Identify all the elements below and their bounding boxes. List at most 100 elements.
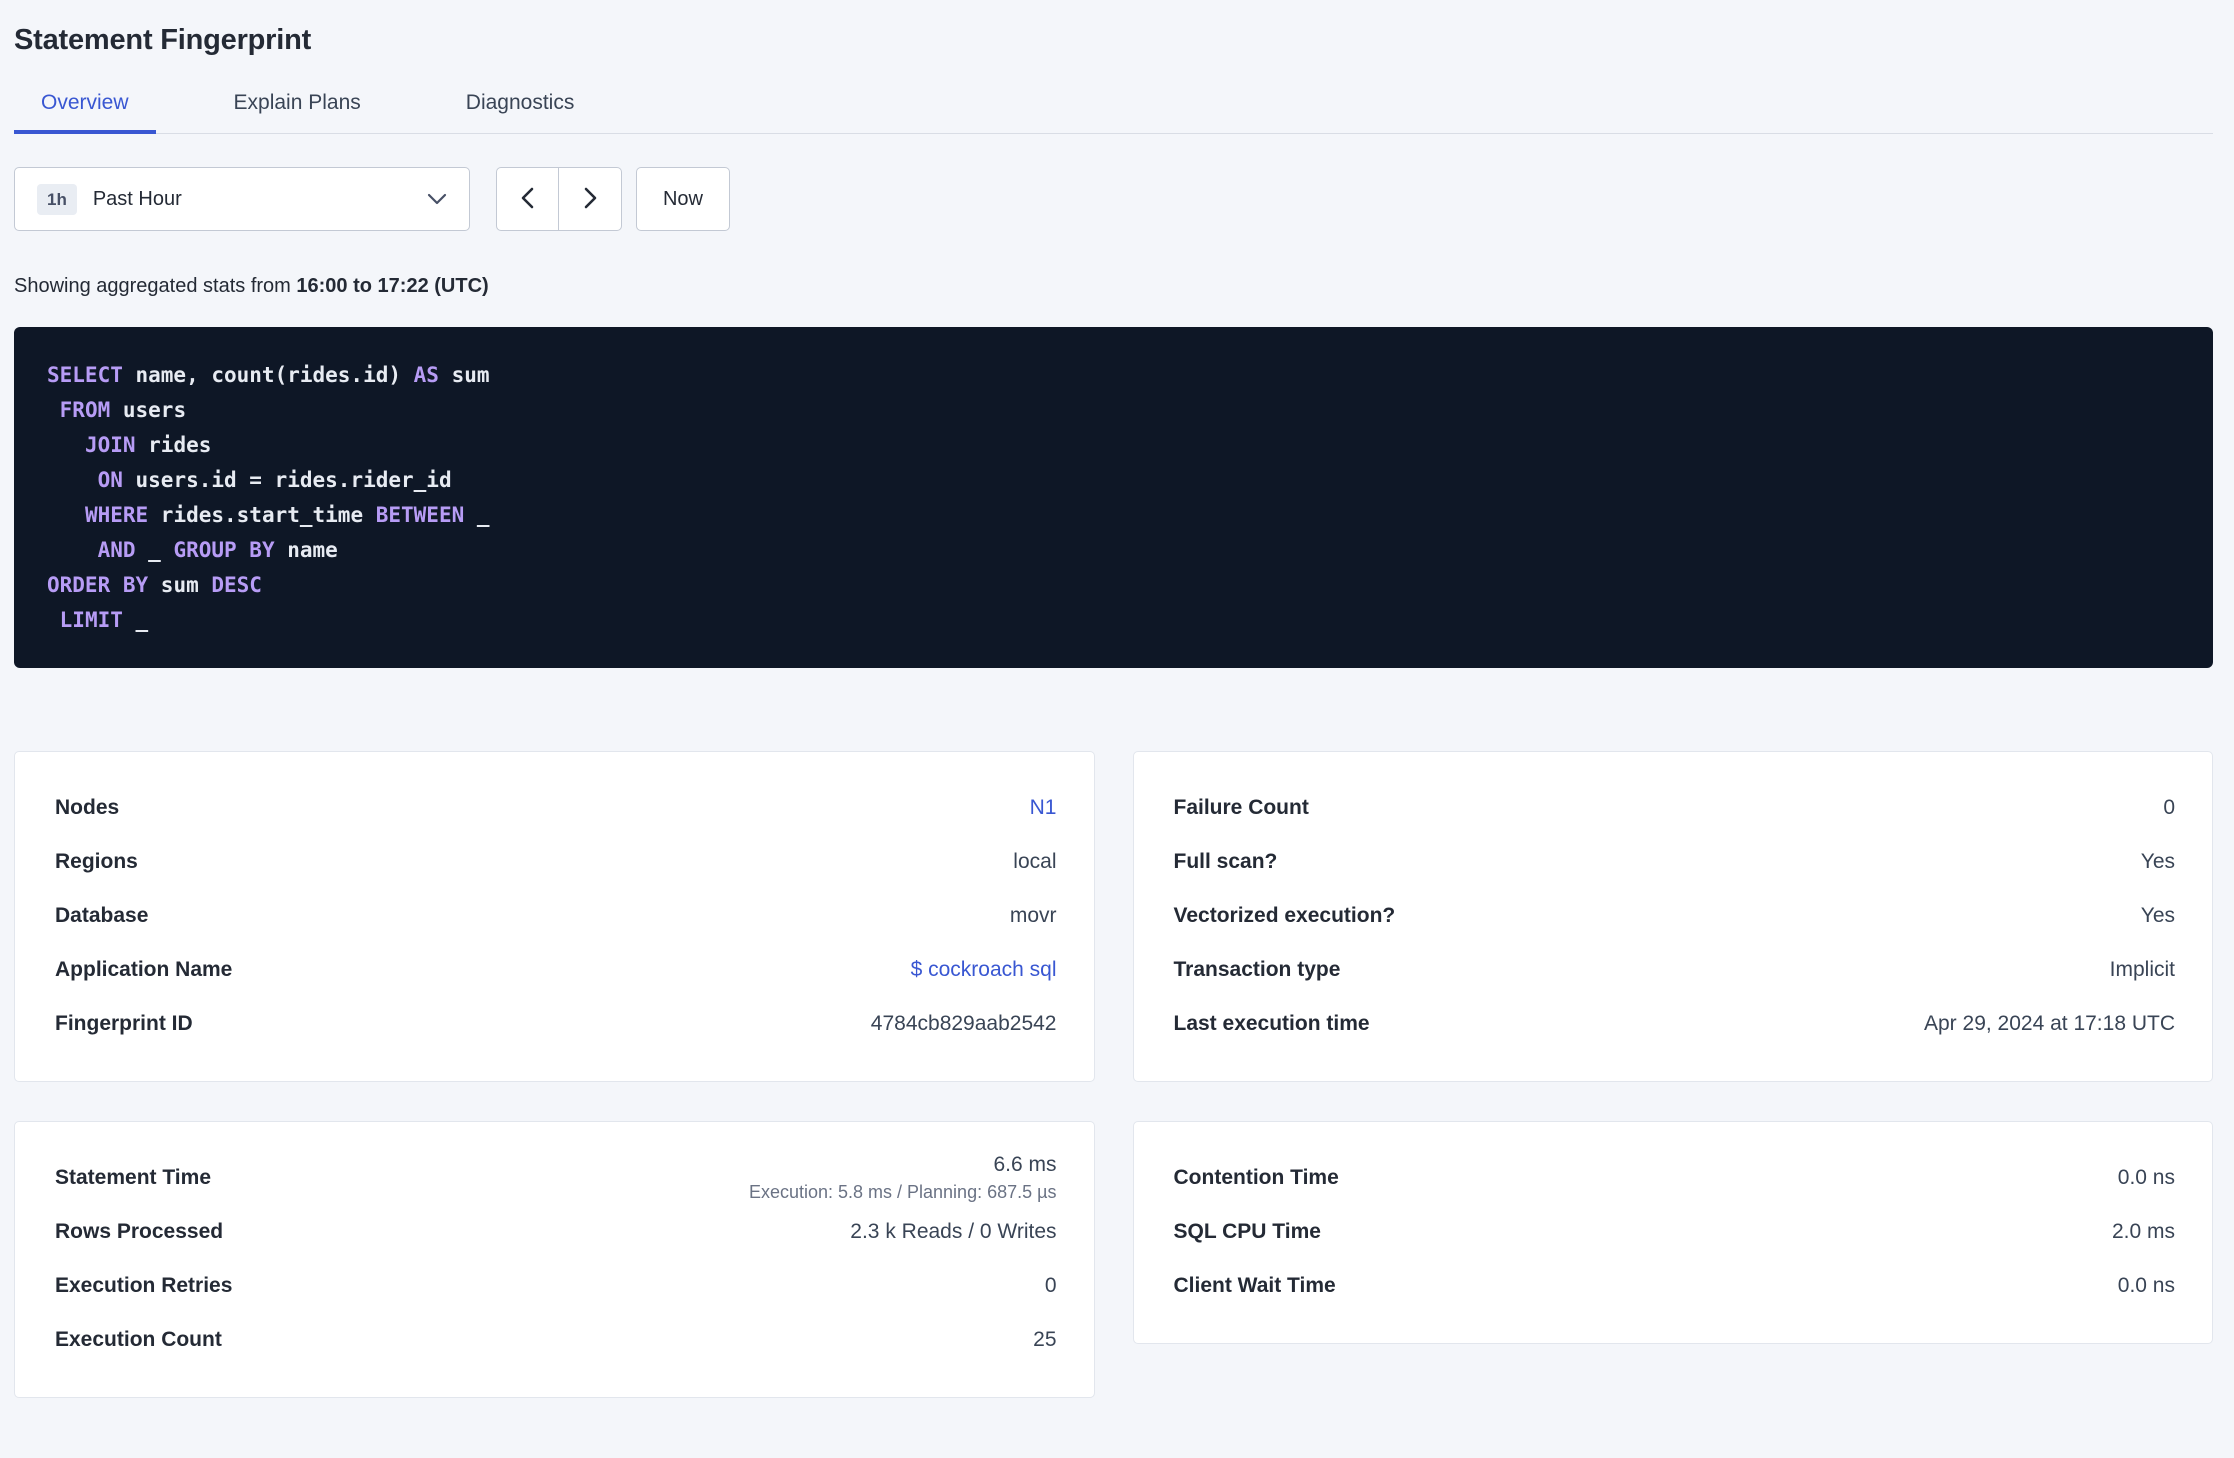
stat-value: 0	[1044, 1274, 1057, 1297]
sql-text: sum	[438, 363, 490, 387]
stat-value-wrap: Apr 29, 2024 at 17:18 UTC	[1924, 1012, 2175, 1036]
stat-value: local	[1013, 850, 1057, 873]
sql-keyword: GROUP BY	[173, 538, 275, 562]
stat-label: Last execution time	[1173, 1012, 1370, 1035]
time-controls: 1h Past Hour Now	[14, 167, 2213, 231]
stat-label: Database	[55, 904, 149, 927]
stat-value-link[interactable]: N1	[1030, 796, 1057, 820]
page-title: Statement Fingerprint	[14, 24, 312, 56]
stat-value: 0	[2163, 796, 2175, 819]
sql-line: JOIN rides	[47, 428, 2180, 463]
sql-keyword: SELECT	[47, 363, 123, 387]
stat-label: Transaction type	[1173, 958, 1341, 981]
time-range-dropdown[interactable]: 1h Past Hour	[14, 167, 470, 231]
sql-statement-box: SELECT name, count(rides.id) AS sum FROM…	[14, 327, 2213, 668]
stat-value-wrap: 4784cb829aab2542	[871, 1012, 1057, 1036]
now-button[interactable]: Now	[636, 167, 730, 231]
stat-value: 0.0 ns	[2117, 1166, 2175, 1189]
stat-value: 2.0 ms	[2111, 1220, 2175, 1243]
stat-value-wrap: Yes	[2141, 850, 2175, 874]
aggregated-stats-text: Showing aggregated stats from 16:00 to 1…	[14, 275, 2213, 298]
tab-diagnostics[interactable]: Diagnostics	[439, 91, 602, 133]
next-range-button[interactable]	[559, 167, 622, 231]
sql-keyword: AS	[413, 363, 439, 387]
sql-keyword: WHERE	[84, 503, 149, 527]
range-step-buttons	[496, 167, 622, 231]
stat-value-wrap: 0	[2163, 796, 2175, 820]
sql-line: WHERE rides.start_time BETWEEN _	[47, 498, 2180, 533]
stat-subvalue: Execution: 5.8 ms / Planning: 687.5 µs	[748, 1182, 1057, 1202]
stat-row: Database movr	[55, 889, 1057, 943]
tab-explain-plans[interactable]: Explain Plans	[207, 91, 388, 133]
sql-keyword: ON	[97, 468, 123, 492]
stat-value-wrap: 6.6 ms Execution: 5.8 ms / Planning: 687.…	[749, 1153, 1057, 1203]
sql-text: _	[464, 503, 490, 527]
previous-range-button[interactable]	[496, 167, 559, 231]
tab-bar: Overview Explain Plans Diagnostics	[14, 91, 2213, 134]
sql-text: rides	[135, 433, 212, 457]
stat-value-wrap: 2.0 ms	[2112, 1220, 2175, 1244]
stat-label: Rows Processed	[55, 1220, 224, 1243]
summary-cards: Nodes N1 Regions local Database movr Applicati…	[14, 751, 2213, 1398]
stat-row: Regions local	[55, 835, 1057, 889]
time-range-label: Past Hour	[92, 187, 182, 210]
sql-keyword: ORDER BY	[47, 573, 149, 597]
sql-line: ON users.id = rides.rider_id	[47, 463, 2180, 498]
sql-line: AND _ GROUP BY name	[47, 533, 2180, 568]
stat-label: Application Name	[55, 958, 233, 981]
stat-row: Full scan? Yes	[1174, 835, 2176, 889]
stat-value-wrap: Implicit	[2110, 958, 2175, 982]
sql-keyword: AND	[97, 538, 136, 562]
stat-value-wrap: movr	[1010, 904, 1057, 928]
stat-row: Nodes N1	[55, 781, 1057, 835]
stat-label: Contention Time	[1173, 1166, 1339, 1189]
stat-label: Regions	[55, 850, 138, 873]
stat-value-wrap: 25	[1033, 1328, 1056, 1352]
sql-line: FROM users	[47, 393, 2180, 428]
sql-line: ORDER BY sum DESC	[47, 568, 2180, 603]
sql-text: rides.start_time	[148, 503, 376, 527]
stat-row: Rows Processed 2.3 k Reads / 0 Writes	[55, 1205, 1057, 1259]
stat-row: Contention Time 0.0 ns	[1174, 1151, 2176, 1205]
stat-label: SQL CPU Time	[1173, 1220, 1321, 1243]
stat-value-wrap: 0.0 ns	[2118, 1166, 2175, 1190]
tab-overview[interactable]: Overview	[14, 91, 156, 134]
stat-value-link[interactable]: $ cockroach sql	[911, 958, 1057, 982]
stat-row: Execution Count 25	[55, 1313, 1057, 1367]
stat-value: 25	[1033, 1328, 1057, 1351]
sql-text: users	[110, 398, 187, 422]
stat-value-wrap: 0.0 ns	[2118, 1274, 2175, 1298]
stat-row: Last execution time Apr 29, 2024 at 17:18…	[1174, 997, 2176, 1051]
stat-value: Implicit	[2109, 958, 2175, 981]
sql-keyword: BETWEEN	[375, 503, 465, 527]
sql-keyword: JOIN	[84, 433, 136, 457]
time-card: Contention Time 0.0 ns SQL CPU Time 2.0 ms C…	[1132, 1121, 2213, 1344]
stat-value: 4784cb829aab2542	[870, 1012, 1057, 1035]
sql-text: name	[274, 538, 338, 562]
time-interval-badge: 1h	[37, 183, 77, 215]
stat-label: Fingerprint ID	[55, 1012, 193, 1035]
stat-row: Failure Count 0	[1174, 781, 2176, 835]
details-card: Failure Count 0 Full scan? Yes Vectorized ex…	[1132, 751, 2213, 1082]
status-range: 16:00 to 17:22 (UTC)	[296, 275, 489, 297]
stat-value-wrap: N1	[1030, 796, 1057, 820]
sql-code: SELECT name, count(rides.id) AS sum FROM…	[47, 358, 2180, 638]
stat-value-wrap: 0	[1045, 1274, 1057, 1298]
stat-label: Execution Retries	[55, 1274, 233, 1297]
statement-fingerprint-page: Statement Fingerprint Overview Explain P…	[0, 0, 2234, 1398]
stat-row: Vectorized execution? Yes	[1174, 889, 2176, 943]
chevron-left-icon	[520, 186, 535, 213]
stat-label: Vectorized execution?	[1173, 904, 1396, 927]
stat-label: Failure Count	[1173, 796, 1309, 819]
status-prefix: Showing aggregated stats from	[14, 275, 291, 297]
stat-label: Client Wait Time	[1173, 1274, 1336, 1297]
sql-text: sum	[148, 573, 212, 597]
sql-text: name, count(rides.id)	[122, 363, 414, 387]
stat-value-wrap: $ cockroach sql	[911, 958, 1057, 982]
stat-value: Apr 29, 2024 at 17:18 UTC	[1924, 1012, 2175, 1035]
